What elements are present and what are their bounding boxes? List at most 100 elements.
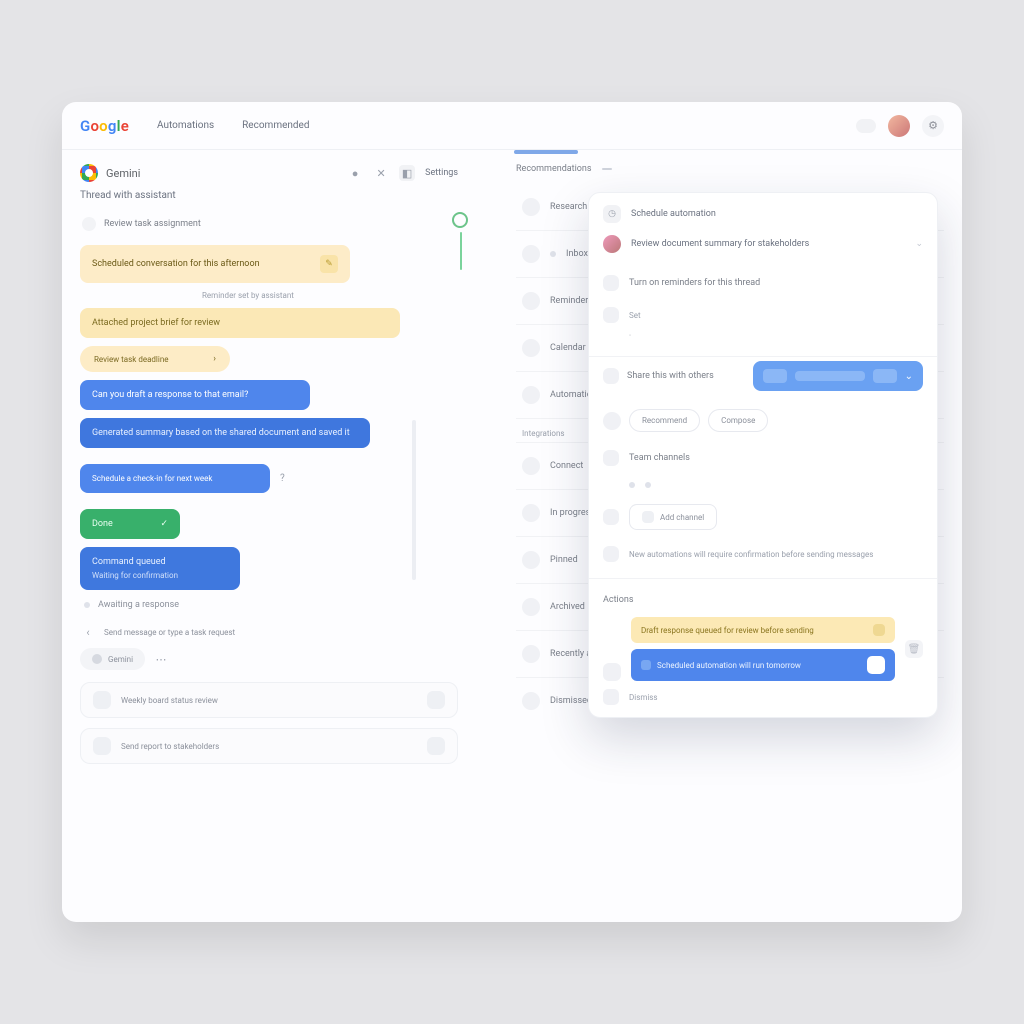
gear-icon[interactable]: ⚙ — [922, 115, 944, 137]
item-icon — [522, 645, 540, 663]
message-bubble-user[interactable]: Schedule a check-in for next week — [80, 464, 270, 493]
item-icon — [522, 692, 540, 710]
card-icon — [93, 737, 111, 755]
compose-chip[interactable]: Gemini — [80, 648, 145, 670]
compose-input[interactable]: Send message or type a task request — [104, 628, 458, 637]
item-label: Reminders — [550, 296, 593, 306]
button-segment — [763, 369, 787, 383]
badge-icon: ✎ — [320, 255, 338, 273]
popup-row[interactable]: Turn on reminders for this thread — [603, 267, 923, 299]
dismiss-icon — [603, 689, 619, 705]
brand-logo: Google — [80, 117, 129, 135]
popup-row-label: Team channels — [629, 453, 690, 463]
divider — [589, 356, 937, 357]
message-text: Scheduled conversation for this afternoo… — [92, 259, 260, 269]
scrollbar[interactable] — [412, 420, 416, 580]
nav-link-0[interactable]: Automations — [157, 120, 214, 131]
notifications-icon[interactable] — [856, 119, 876, 133]
popup-row-label: Set — [629, 311, 641, 320]
right-header: Recommendations — [516, 164, 944, 174]
chevron-down-icon: ⌄ — [905, 371, 913, 382]
share-icon — [603, 368, 619, 384]
pill-lead-icon — [603, 412, 621, 430]
divider — [589, 578, 937, 579]
message-bubble-user[interactable]: Generated summary based on the shared do… — [80, 418, 370, 448]
message-bubble-warning[interactable]: Attached project brief for review — [80, 308, 400, 338]
message-text: Schedule a check-in for next week — [92, 474, 212, 483]
compose-row: ‹ Send message or type a task request — [80, 624, 458, 640]
message-bubble-warning[interactable]: Scheduled conversation for this afternoo… — [80, 245, 350, 283]
avatar-icon — [603, 235, 621, 253]
message-caption: Reminder set by assistant — [202, 291, 458, 300]
help-icon[interactable]: ? — [280, 473, 285, 484]
primary-button[interactable]: ⌄ — [753, 361, 923, 391]
chevron-right-icon: › — [213, 354, 216, 364]
section-title: Thread with assistant — [80, 190, 458, 201]
message-text: Done — [92, 519, 113, 529]
open-icon[interactable] — [427, 691, 445, 709]
message-text: Review task deadline — [94, 355, 168, 364]
section-label: Actions — [603, 595, 633, 605]
message-bubble-command[interactable]: Command queued Waiting for confirmation — [80, 547, 240, 590]
topbar-right: ⚙ — [856, 115, 944, 137]
thread-title: Gemini — [106, 167, 140, 180]
pane-divider — [472, 150, 512, 922]
pill-label: Recommend — [642, 416, 687, 425]
popup-header-icon: ◷ — [603, 205, 621, 223]
footer-primary-text: Scheduled automation will run tomorrow — [657, 661, 801, 670]
chip-label: Gemini — [108, 655, 133, 664]
item-icon — [522, 504, 540, 522]
item-icon — [522, 292, 540, 310]
popup-row[interactable]: Add channel — [603, 496, 923, 538]
status-ring-icon — [452, 212, 468, 228]
popup-row[interactable]: Team channels — [603, 442, 923, 474]
add-chip[interactable]: Add channel — [629, 504, 717, 530]
message-text: Generated summary based on the shared do… — [92, 428, 350, 438]
right-header-title: Recommendations — [516, 164, 592, 174]
chevron-down-icon[interactable]: ⌄ — [915, 239, 923, 249]
nav-link-1[interactable]: Recommended — [242, 120, 309, 131]
card-label: Send report to stakeholders — [121, 742, 219, 751]
wand-icon — [603, 275, 619, 291]
trash-icon[interactable]: 🗑 — [905, 640, 923, 658]
popup-footer-row[interactable]: Dismiss — [603, 689, 923, 705]
open-icon[interactable] — [427, 737, 445, 755]
close-icon[interactable]: ✕ — [373, 165, 389, 181]
popup-note: New automations will require confirmatio… — [603, 538, 923, 570]
expand-icon[interactable]: ⋯ — [153, 651, 169, 667]
message-line-1: Command queued — [92, 557, 166, 567]
popup-share-row: Share this with others ⌄ — [589, 361, 937, 399]
mic-icon[interactable]: ● — [347, 165, 363, 181]
suggestion-card[interactable]: Weekly board status review — [80, 682, 458, 718]
suggestion-card[interactable]: Send report to stakeholders — [80, 728, 458, 764]
footer-warning-bar[interactable]: Draft response queued for review before … — [631, 617, 895, 643]
filter-icon[interactable] — [602, 168, 612, 170]
bar-trail-icon — [867, 656, 885, 674]
popup-panel: ◷ Schedule automation Review document su… — [588, 192, 938, 718]
item-icon — [522, 551, 540, 569]
avatar[interactable] — [888, 115, 910, 137]
back-icon[interactable]: ‹ — [80, 624, 96, 640]
message-bubble-user[interactable]: Can you draft a response to that email? — [80, 380, 310, 410]
button-segment — [873, 369, 897, 383]
footer-primary-bar[interactable]: Scheduled automation will run tomorrow — [631, 649, 895, 681]
item-icon — [522, 598, 540, 616]
popup-note-text: New automations will require confirmatio… — [629, 550, 873, 559]
popup-footer: Draft response queued for review before … — [589, 611, 937, 717]
list-item[interactable]: Review task assignment › — [80, 211, 458, 237]
popup-row[interactable]: Set — [603, 299, 923, 331]
pill-option[interactable]: Compose — [708, 409, 768, 432]
item-label: Pinned — [550, 555, 578, 565]
popup-row-mini — [603, 474, 923, 496]
message-bubble-success[interactable]: Done ✓ — [80, 509, 180, 539]
thread-header: Gemini ● ✕ ◧ Settings — [80, 164, 458, 182]
card-icon — [93, 691, 111, 709]
card-label: Weekly board status review — [121, 696, 218, 705]
dot-icon — [550, 251, 556, 257]
pill-option[interactable]: Recommend — [629, 409, 700, 432]
accent-bar — [460, 232, 462, 270]
item-icon — [522, 339, 540, 357]
footer-lead-icon — [603, 663, 621, 681]
mode-icon[interactable]: ◧ — [399, 165, 415, 181]
message-pill[interactable]: Review task deadline › — [80, 346, 230, 372]
